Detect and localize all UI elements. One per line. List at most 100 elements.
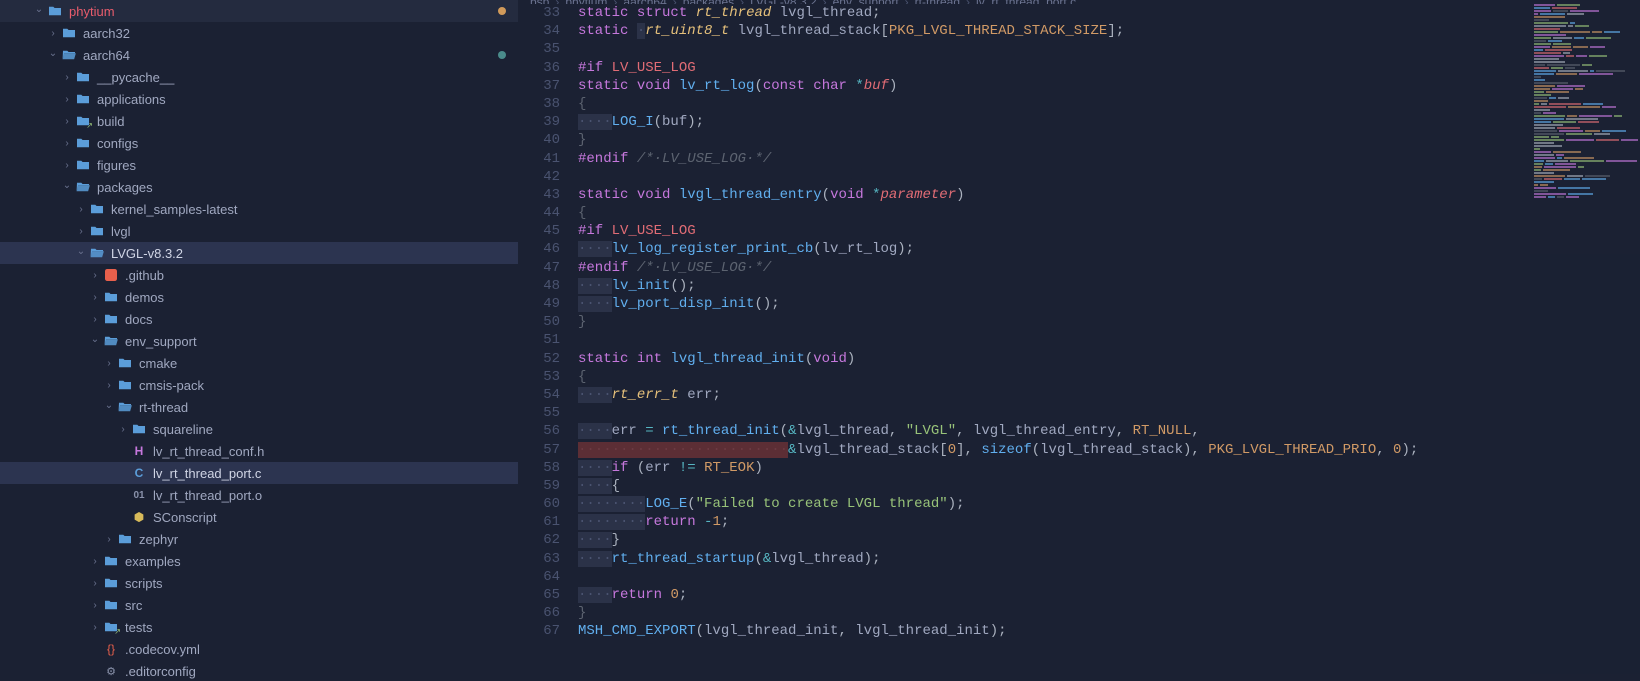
- chevron-icon[interactable]: ›: [88, 290, 102, 304]
- tree-item-docs[interactable]: ›docs: [0, 308, 518, 330]
- chevron-icon[interactable]: ›: [102, 378, 116, 392]
- tree-item-cmsis-pack[interactable]: ›cmsis-pack: [0, 374, 518, 396]
- code-line-50[interactable]: }: [578, 313, 1640, 331]
- tree-item-lv-rt-thread-conf-h[interactable]: Hlv_rt_thread_conf.h: [0, 440, 518, 462]
- code-line-47[interactable]: #endif /*·LV_USE_LOG·*/: [578, 259, 1640, 277]
- tree-item-lv-rt-thread-port-c[interactable]: Clv_rt_thread_port.c: [0, 462, 518, 484]
- code-line-45[interactable]: #if LV_USE_LOG: [578, 222, 1640, 240]
- chevron-icon[interactable]: [116, 488, 130, 502]
- chevron-icon[interactable]: ⌄: [60, 178, 74, 192]
- chevron-icon[interactable]: [116, 510, 130, 524]
- tree-item-env-support[interactable]: ⌄env_support: [0, 330, 518, 352]
- file-explorer-sidebar[interactable]: ⌄phytium›aarch32⌄aarch64›__pycache__›app…: [0, 0, 518, 681]
- code-line-67[interactable]: MSH_CMD_EXPORT(lvgl_thread_init, lvgl_th…: [578, 622, 1640, 640]
- tree-item-lvgl-v8-3-2[interactable]: ⌄LVGL-v8.3.2: [0, 242, 518, 264]
- chevron-icon[interactable]: ⌄: [88, 332, 102, 346]
- tree-item-build[interactable]: ›↗build: [0, 110, 518, 132]
- chevron-icon[interactable]: ›: [116, 422, 130, 436]
- chevron-icon[interactable]: [116, 444, 130, 458]
- tree-item-aarch64[interactable]: ⌄aarch64: [0, 44, 518, 66]
- code-line-41[interactable]: #endif /*·LV_USE_LOG·*/: [578, 150, 1640, 168]
- code-line-51[interactable]: [578, 331, 1640, 349]
- tree-item-phytium[interactable]: ⌄phytium: [0, 0, 518, 22]
- code-content[interactable]: static struct rt_thread lvgl_thread;stat…: [578, 4, 1640, 681]
- chevron-icon[interactable]: ›: [74, 224, 88, 238]
- code-line-37[interactable]: static void lv_rt_log(const char *buf): [578, 77, 1640, 95]
- code-line-59[interactable]: ····{: [578, 477, 1640, 495]
- tree-item-sconscript[interactable]: ⬢SConscript: [0, 506, 518, 528]
- code-line-40[interactable]: }: [578, 131, 1640, 149]
- code-line-46[interactable]: ····lv_log_register_print_cb(lv_rt_log);: [578, 240, 1640, 258]
- code-line-58[interactable]: ····if (err != RT_EOK): [578, 459, 1640, 477]
- chevron-icon[interactable]: ⌄: [32, 2, 46, 16]
- chevron-icon[interactable]: [88, 664, 102, 678]
- code-line-55[interactable]: [578, 404, 1640, 422]
- code-line-36[interactable]: #if LV_USE_LOG: [578, 59, 1640, 77]
- tree-item-figures[interactable]: ›figures: [0, 154, 518, 176]
- code-line-44[interactable]: {: [578, 204, 1640, 222]
- code-line-57[interactable]: ·························&lvgl_thread_st…: [578, 441, 1640, 459]
- code-line-54[interactable]: ····rt_err_t err;: [578, 386, 1640, 404]
- chevron-icon[interactable]: ›: [60, 92, 74, 106]
- chevron-icon[interactable]: [116, 466, 130, 480]
- tree-item-tests[interactable]: ›↗tests: [0, 616, 518, 638]
- tree-item---pycache--[interactable]: ›__pycache__: [0, 66, 518, 88]
- code-line-60[interactable]: ········LOG_E("Failed to create LVGL thr…: [578, 495, 1640, 513]
- chevron-icon[interactable]: ›: [88, 312, 102, 326]
- minimap[interactable]: [1530, 4, 1640, 674]
- chevron-icon[interactable]: ›: [60, 114, 74, 128]
- tree-item-aarch32[interactable]: ›aarch32: [0, 22, 518, 44]
- code-line-52[interactable]: static int lvgl_thread_init(void): [578, 350, 1640, 368]
- chevron-icon[interactable]: ⌄: [74, 244, 88, 258]
- code-line-63[interactable]: ····rt_thread_startup(&lvgl_thread);: [578, 550, 1640, 568]
- code-line-33[interactable]: static struct rt_thread lvgl_thread;: [578, 4, 1640, 22]
- tree-item-configs[interactable]: ›configs: [0, 132, 518, 154]
- tree-item--github[interactable]: ›.github: [0, 264, 518, 286]
- tree-item-cmake[interactable]: ›cmake: [0, 352, 518, 374]
- chevron-icon[interactable]: ›: [88, 576, 102, 590]
- tree-item-lv-rt-thread-port-o[interactable]: 01lv_rt_thread_port.o: [0, 484, 518, 506]
- tree-item-packages[interactable]: ⌄packages: [0, 176, 518, 198]
- code-editor[interactable]: 3334353637383940414243444546474849505152…: [518, 4, 1640, 681]
- tree-item-zephyr[interactable]: ›zephyr: [0, 528, 518, 550]
- code-line-64[interactable]: [578, 568, 1640, 586]
- tree-item-demos[interactable]: ›demos: [0, 286, 518, 308]
- code-line-43[interactable]: static void lvgl_thread_entry(void *para…: [578, 186, 1640, 204]
- tree-item-src[interactable]: ›src: [0, 594, 518, 616]
- chevron-icon[interactable]: ›: [88, 620, 102, 634]
- code-line-53[interactable]: {: [578, 368, 1640, 386]
- code-line-48[interactable]: ····lv_init();: [578, 277, 1640, 295]
- tree-item-applications[interactable]: ›applications: [0, 88, 518, 110]
- chevron-icon[interactable]: ›: [102, 356, 116, 370]
- code-line-65[interactable]: ····return 0;: [578, 586, 1640, 604]
- chevron-icon[interactable]: ›: [74, 202, 88, 216]
- chevron-icon[interactable]: [88, 642, 102, 656]
- tree-item--editorconfig[interactable]: ⚙.editorconfig: [0, 660, 518, 681]
- chevron-icon[interactable]: ›: [88, 554, 102, 568]
- tree-item-lvgl[interactable]: ›lvgl: [0, 220, 518, 242]
- code-line-49[interactable]: ····lv_port_disp_init();: [578, 295, 1640, 313]
- code-line-42[interactable]: [578, 168, 1640, 186]
- tree-item-examples[interactable]: ›examples: [0, 550, 518, 572]
- chevron-icon[interactable]: ›: [60, 158, 74, 172]
- chevron-icon[interactable]: ⌄: [46, 46, 60, 60]
- tree-item-scripts[interactable]: ›scripts: [0, 572, 518, 594]
- chevron-icon[interactable]: ⌄: [102, 398, 116, 412]
- chevron-icon[interactable]: ›: [60, 136, 74, 150]
- code-line-61[interactable]: ········return -1;: [578, 513, 1640, 531]
- code-line-66[interactable]: }: [578, 604, 1640, 622]
- code-line-34[interactable]: static ·rt_uint8_t lvgl_thread_stack[PKG…: [578, 22, 1640, 40]
- tree-item-rt-thread[interactable]: ⌄rt-thread: [0, 396, 518, 418]
- code-line-62[interactable]: ····}: [578, 531, 1640, 549]
- chevron-icon[interactable]: ›: [102, 532, 116, 546]
- chevron-icon[interactable]: ›: [88, 268, 102, 282]
- code-line-38[interactable]: {: [578, 95, 1640, 113]
- tree-item-squareline[interactable]: ›squareline: [0, 418, 518, 440]
- code-line-56[interactable]: ····err = rt_thread_init(&lvgl_thread, "…: [578, 422, 1640, 440]
- tree-item-kernel-samples-latest[interactable]: ›kernel_samples-latest: [0, 198, 518, 220]
- chevron-icon[interactable]: ›: [46, 26, 60, 40]
- chevron-icon[interactable]: ›: [88, 598, 102, 612]
- tree-item--codecov-yml[interactable]: {}.codecov.yml: [0, 638, 518, 660]
- code-line-39[interactable]: ····LOG_I(buf);: [578, 113, 1640, 131]
- code-line-35[interactable]: [578, 40, 1640, 58]
